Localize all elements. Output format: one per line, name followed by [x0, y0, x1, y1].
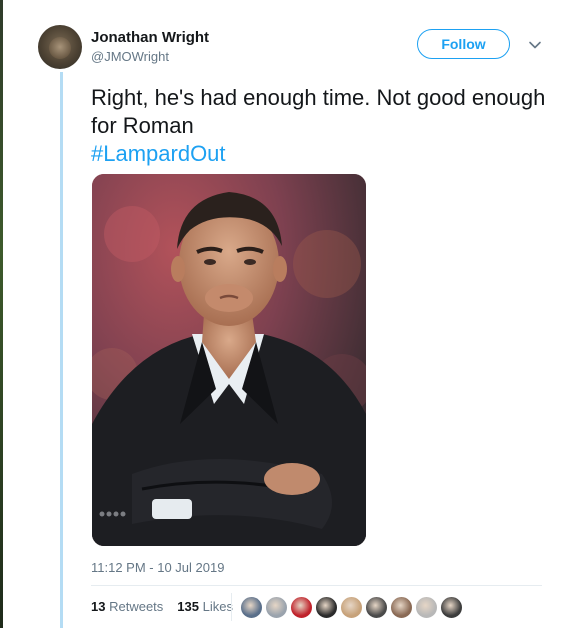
tweet-photo[interactable] — [92, 174, 366, 546]
liker-avatar[interactable] — [390, 596, 413, 619]
follow-button[interactable]: Follow — [417, 29, 510, 59]
thread-line — [60, 72, 63, 628]
background-edge — [0, 0, 3, 628]
retweets-count: 13 — [91, 599, 106, 614]
divider — [91, 585, 542, 586]
photo-illustration — [92, 174, 366, 546]
liker-avatar[interactable] — [290, 596, 313, 619]
retweets-label: Retweets — [109, 599, 164, 614]
liker-avatar[interactable] — [240, 596, 263, 619]
avatar-face — [49, 37, 71, 59]
retweets-stat[interactable]: 13 Retweets — [91, 599, 163, 614]
author-name[interactable]: Jonathan Wright — [91, 29, 209, 46]
liker-avatar[interactable] — [415, 596, 438, 619]
chevron-down-icon[interactable] — [528, 38, 542, 52]
liker-avatar[interactable] — [440, 596, 463, 619]
liker-avatar[interactable] — [340, 596, 363, 619]
stats-separator — [231, 593, 232, 621]
author-handle[interactable]: @JMOWright — [91, 49, 169, 64]
likers-avatars — [240, 596, 463, 619]
liker-avatar[interactable] — [365, 596, 388, 619]
likes-stat[interactable]: 135 Likes — [177, 599, 233, 614]
liker-avatar[interactable] — [315, 596, 338, 619]
tweet-text: Right, he's had enough time. Not good en… — [91, 85, 546, 138]
avatar[interactable] — [38, 25, 82, 69]
liker-avatar[interactable] — [265, 596, 288, 619]
tweet-stats: 13 Retweets 135 Likes — [91, 599, 233, 614]
hashtag-link[interactable]: #LampardOut — [91, 140, 226, 168]
tweet-timestamp[interactable]: 11:12 PM - 10 Jul 2019 — [91, 560, 224, 575]
likes-label: Likes — [202, 599, 233, 614]
likes-count: 135 — [177, 599, 199, 614]
